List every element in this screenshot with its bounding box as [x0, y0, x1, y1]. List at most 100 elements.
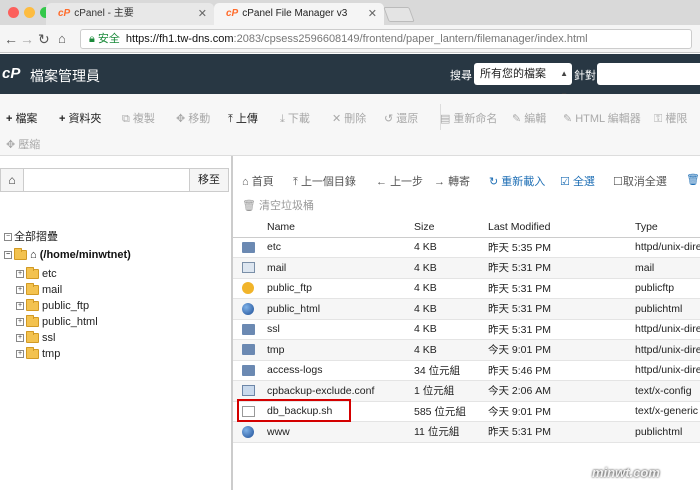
- trash-icon[interactable]: 🗑︎: [686, 173, 700, 186]
- type-column-header[interactable]: Type: [635, 217, 700, 238]
- table-row[interactable]: www 11 位元組 昨天 5:31 PM publichtml: [233, 421, 700, 443]
- cpanel-tab-icon: cP: [226, 8, 239, 19]
- forward-nav-button[interactable]: → 轉寄: [434, 173, 470, 189]
- file-modified: 昨天 5:31 PM: [488, 257, 635, 279]
- back-arrow-icon[interactable]: ←: [4, 31, 18, 47]
- tree-item-tmp[interactable]: + tmp: [16, 347, 60, 360]
- table-row[interactable]: public_html 4 KB 昨天 5:31 PM publichtml: [233, 298, 700, 320]
- file-name: ssl: [267, 319, 414, 340]
- upload-label: 上傳: [235, 113, 258, 125]
- close-tab-icon[interactable]: ✕: [198, 3, 207, 25]
- rename-button[interactable]: ▤ 重新命名: [440, 110, 497, 126]
- browser-tab-file-manager[interactable]: cP cPanel File Manager v3 ✕: [214, 3, 384, 25]
- pencil-icon: ✎: [512, 113, 522, 125]
- file-size: 4 KB: [414, 278, 488, 299]
- up-one-level-button[interactable]: ⤒ 上一個目錄: [293, 173, 356, 189]
- deselect-all-button[interactable]: ☐取消全選: [613, 173, 667, 189]
- tree-item-mail[interactable]: + mail: [16, 283, 62, 296]
- file-name: public_ftp: [267, 278, 414, 299]
- html-editor-button[interactable]: ✎ HTML 編輯器: [563, 110, 641, 126]
- rename-label: 重新命名: [453, 113, 498, 125]
- minimize-window-button[interactable]: [24, 7, 35, 18]
- table-row[interactable]: etc 4 KB 昨天 5:35 PM httpd/unix-dire: [233, 237, 700, 258]
- size-column-header[interactable]: Size: [414, 217, 488, 238]
- secure-label: 安全: [97, 33, 120, 45]
- edit-button[interactable]: ✎ 編輯: [512, 110, 546, 126]
- new-tab-button[interactable]: [383, 7, 415, 22]
- table-row[interactable]: access-logs 34 位元組 昨天 5:46 PM httpd/unix…: [233, 360, 700, 381]
- copy-button[interactable]: ⧉ 複製: [122, 110, 155, 126]
- table-row[interactable]: cpbackup-exclude.conf 1 位元組 今天 2:06 AM t…: [233, 380, 700, 402]
- compress-button[interactable]: ✥ 壓縮: [6, 136, 40, 152]
- restore-button[interactable]: ↺ 還原: [384, 110, 418, 126]
- file-modified: 昨天 5:35 PM: [488, 237, 635, 258]
- table-row[interactable]: mail 4 KB 昨天 5:31 PM mail: [233, 257, 700, 279]
- html-editor-icon: ✎: [563, 113, 573, 125]
- file-type: text/x-config: [635, 380, 700, 402]
- tree-item-public-html[interactable]: + public_html: [16, 315, 98, 328]
- name-column-header[interactable]: Name: [267, 217, 414, 238]
- forward-arrow-icon[interactable]: →: [20, 31, 34, 47]
- empty-trash-button[interactable]: 🗑︎ 清空垃圾桶: [242, 197, 314, 213]
- reload-nav-button[interactable]: ↻ 重新載入: [489, 173, 545, 189]
- up-one-level-label: 上一個目錄: [300, 176, 356, 188]
- reload-nav-label: 重新載入: [501, 176, 546, 188]
- path-input[interactable]: [24, 168, 190, 192]
- collapse-all-link[interactable]: − 全部摺疊: [4, 228, 58, 244]
- cpanel-logo[interactable]: cP: [2, 65, 20, 82]
- collapse-all-label: 全部摺疊: [14, 231, 58, 243]
- close-tab-icon[interactable]: ✕: [368, 3, 377, 25]
- checkbox-empty-icon: ☐: [613, 176, 623, 188]
- home-nav-button[interactable]: ⌂ 首頁: [242, 173, 274, 189]
- collapse-icon: −: [4, 251, 12, 260]
- back-nav-button[interactable]: ← 上一步: [376, 173, 423, 189]
- table-row[interactable]: tmp 4 KB 今天 9:01 PM httpd/unix-dire: [233, 339, 700, 361]
- cpanel-tab-icon: cP: [58, 8, 71, 19]
- file-modified: 今天 9:01 PM: [488, 401, 635, 422]
- permissions-button[interactable]: ⚿ 權限: [654, 110, 687, 126]
- tree-item-public-ftp[interactable]: + public_ftp: [16, 299, 89, 312]
- new-folder-button[interactable]: + 資料夾: [59, 110, 101, 126]
- new-file-label: 檔案: [15, 113, 38, 125]
- file-size: 4 KB: [414, 257, 488, 279]
- url-field[interactable]: 🔒︎ 安全 https://fh1.tw-dns.com:2083/cpsess2…: [80, 29, 692, 49]
- search-scope-select[interactable]: 所有您的檔案 ▲▼: [474, 63, 572, 100]
- file-type: httpd/unix-dire: [635, 319, 700, 340]
- home-button[interactable]: ⌂: [0, 168, 24, 192]
- tree-root-item[interactable]: − ⌂ (/home/minwtnet): [4, 248, 131, 261]
- home-icon[interactable]: ⌂: [58, 31, 66, 46]
- new-file-button[interactable]: + 檔案: [6, 110, 37, 126]
- icon-column-header: [233, 217, 267, 238]
- tree-root-label: (/home/minwtnet): [39, 249, 131, 261]
- up-arrow-icon: ⤒: [293, 176, 298, 188]
- home-nav-label: 首頁: [251, 176, 274, 188]
- close-window-button[interactable]: [8, 7, 19, 18]
- url-host: https://fh1.tw-dns.com: [125, 33, 234, 45]
- tree-item-ssl[interactable]: + ssl: [16, 331, 56, 344]
- file-list-panel: ⌂ 首頁 ⤒ 上一個目錄 ← 上一步 → 轉寄 ↻ 重新載入 ☑ 全選 ☐取消全…: [233, 156, 700, 490]
- search-input[interactable]: [597, 63, 700, 85]
- browser-tab-cpanel-main[interactable]: cP cPanel - 主要 ✕: [46, 3, 214, 25]
- table-row[interactable]: public_ftp 4 KB 昨天 5:31 PM publicftp: [233, 278, 700, 299]
- upload-button[interactable]: ⤒ 上傳: [228, 110, 258, 126]
- folder-icon: [26, 299, 39, 312]
- reload-icon[interactable]: ↻: [38, 31, 50, 48]
- select-all-button[interactable]: ☑ 全選: [560, 173, 595, 189]
- tree-item-label: ssl: [42, 332, 56, 344]
- permissions-label: 權限: [665, 113, 688, 125]
- delete-button[interactable]: ✕ 刪除: [332, 110, 366, 126]
- tree-item-etc[interactable]: + etc: [16, 267, 57, 280]
- modified-column-header[interactable]: Last Modified: [488, 217, 635, 238]
- trash-icon: 🗑︎: [242, 200, 256, 212]
- download-button[interactable]: ⤓ 下載: [280, 110, 310, 126]
- go-button[interactable]: 移至: [189, 168, 229, 192]
- file-modified: 昨天 5:31 PM: [488, 421, 635, 443]
- table-row[interactable]: ssl 4 KB 昨天 5:31 PM httpd/unix-dire: [233, 319, 700, 340]
- move-button[interactable]: ✥ 移動: [176, 110, 210, 126]
- upload-icon: ⤒: [228, 113, 233, 125]
- html-editor-label: HTML 編輯器: [575, 113, 641, 125]
- folder-icon: [26, 315, 39, 328]
- move-label: 移動: [188, 113, 211, 125]
- file-modified: 昨天 5:46 PM: [488, 360, 635, 381]
- globe-icon: [242, 425, 254, 438]
